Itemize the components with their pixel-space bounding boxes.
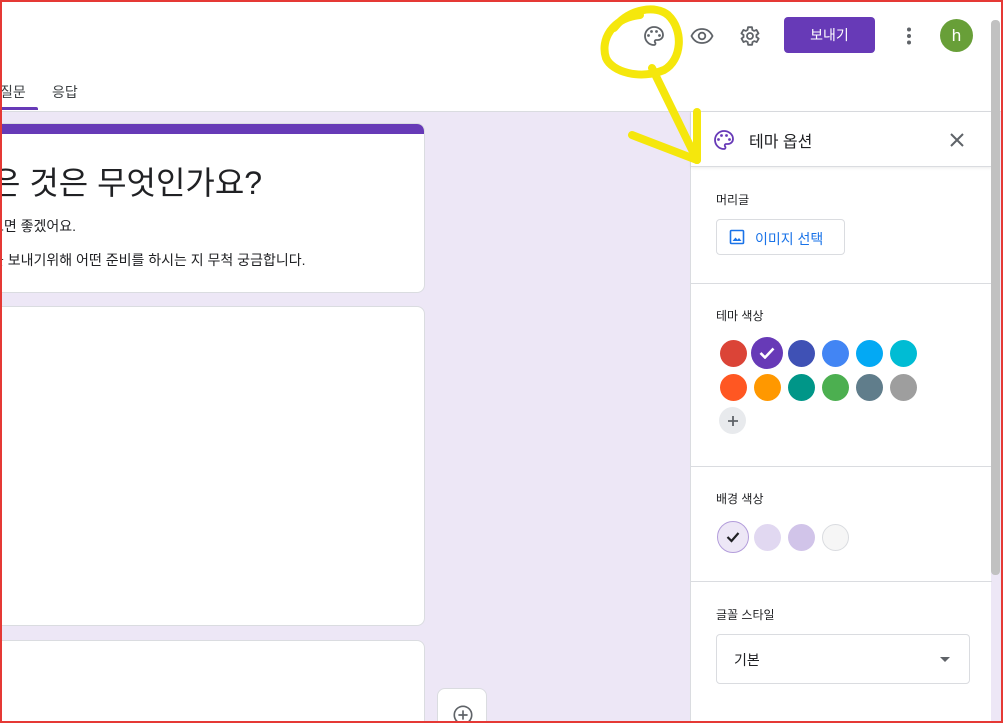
theme-color-swatch[interactable]	[855, 339, 883, 367]
divider	[691, 283, 992, 284]
dropdown-arrow-icon	[940, 657, 950, 662]
plus-icon	[727, 415, 738, 426]
tab-responses[interactable]: 응답	[52, 82, 78, 102]
more-options-button[interactable]	[891, 18, 927, 54]
add-circle-icon	[453, 705, 473, 723]
font-style-dropdown[interactable]: 기본	[716, 634, 970, 684]
gear-icon	[740, 26, 760, 46]
theme-color-swatch[interactable]	[719, 373, 747, 401]
select-image-label: 이미지 선택	[755, 231, 824, 247]
palette-icon	[714, 130, 734, 150]
avatar[interactable]: h	[940, 19, 973, 52]
form-title[interactable]: 은 것은 무엇인가요?	[0, 158, 262, 204]
theme-options-panel: 테마 옵션 머리글 이미지 선택 테마 색상 배경 색상 글꼴 스타일 기본	[690, 112, 992, 723]
preview-button[interactable]	[684, 18, 720, 54]
more-vert-icon	[907, 27, 911, 45]
divider	[691, 466, 992, 467]
add-custom-color-button[interactable]	[719, 407, 746, 434]
theme-color-swatch[interactable]	[889, 373, 917, 401]
divider	[691, 581, 992, 582]
close-icon[interactable]	[947, 130, 967, 150]
background-color-swatch[interactable]	[717, 521, 749, 553]
font-style-value: 기본	[734, 652, 760, 668]
theme-color-swatch[interactable]	[753, 373, 781, 401]
select-image-button[interactable]: 이미지 선택	[716, 219, 845, 255]
theme-color-swatch[interactable]	[787, 373, 815, 401]
theme-panel-header: 테마 옵션	[691, 112, 992, 167]
form-description-line[interactable]: 으면 좋겠어요.	[0, 216, 76, 236]
page-scrollbar[interactable]	[991, 20, 1000, 575]
header-section-label: 머리글	[716, 193, 750, 207]
eye-icon	[690, 28, 714, 44]
background-color-label: 배경 색상	[716, 492, 764, 506]
add-question-button[interactable]	[437, 688, 487, 723]
theme-color-swatch[interactable]	[889, 339, 917, 367]
background-color-swatch[interactable]	[787, 523, 815, 551]
tab-questions[interactable]: 질문	[0, 82, 26, 102]
check-icon	[759, 347, 775, 359]
theme-color-bar	[0, 124, 424, 134]
theme-color-label: 테마 색상	[716, 309, 764, 323]
active-tab-indicator	[0, 107, 38, 110]
theme-color-swatch[interactable]	[787, 339, 815, 367]
theme-color-swatch[interactable]	[719, 339, 747, 367]
form-editor-header: 보내기 h 질문 응답	[0, 0, 1003, 112]
theme-color-swatch[interactable]	[821, 339, 849, 367]
send-button[interactable]: 보내기	[784, 17, 875, 53]
question-card[interactable]	[0, 306, 425, 626]
background-color-swatch[interactable]	[753, 523, 781, 551]
theme-color-swatch[interactable]	[855, 373, 883, 401]
theme-color-swatch[interactable]	[821, 373, 849, 401]
form-title-card[interactable]: 은 것은 무엇인가요? 으면 좋겠어요. 를 보내기위해 어떤 준비를 하시는 …	[0, 123, 425, 293]
theme-color-swatch[interactable]	[751, 337, 783, 369]
font-style-label: 글꼴 스타일	[716, 608, 775, 622]
question-card[interactable]	[0, 640, 425, 723]
form-description-line[interactable]: 를 보내기위해 어떤 준비를 하시는 지 무척 궁금합니다.	[0, 250, 305, 270]
settings-button[interactable]	[731, 18, 767, 54]
check-icon	[726, 532, 740, 543]
palette-button[interactable]	[636, 18, 672, 54]
background-color-swatch[interactable]	[821, 523, 849, 551]
palette-icon	[644, 26, 664, 46]
image-icon	[729, 229, 745, 245]
theme-panel-title: 테마 옵션	[749, 134, 813, 151]
